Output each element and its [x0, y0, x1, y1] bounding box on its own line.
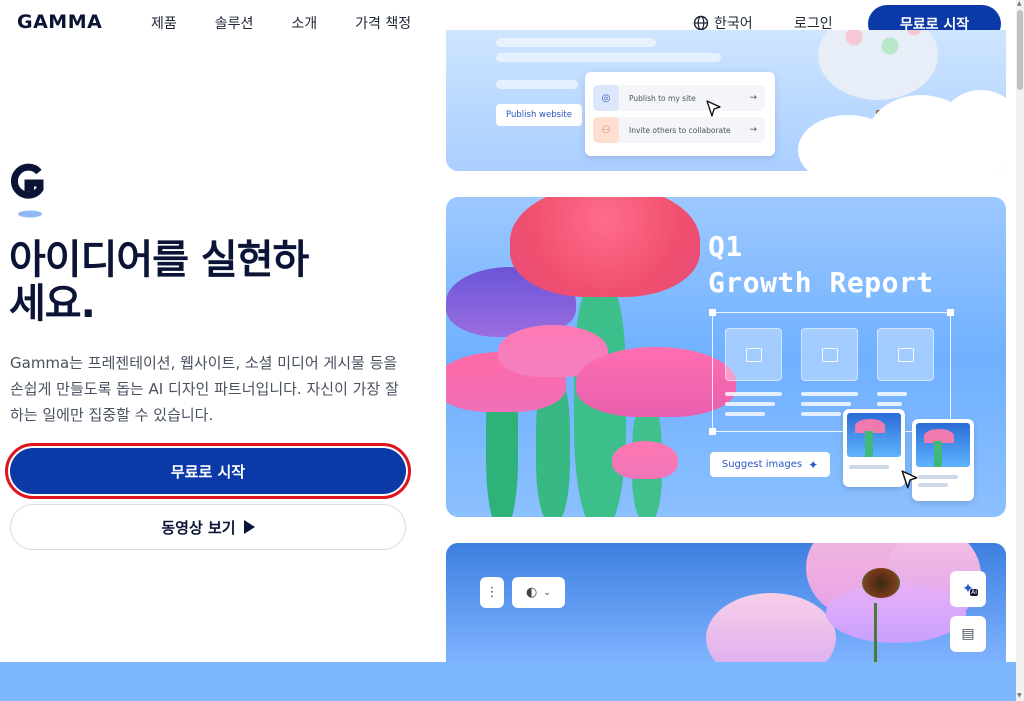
publish-website-button: Publish website: [496, 104, 582, 126]
arrow-right-icon: →: [749, 125, 757, 135]
image-placeholder-icon: [877, 328, 934, 381]
placeholder-line: [849, 465, 889, 469]
scrollbar-thumb[interactable]: [1017, 10, 1023, 90]
cursor-icon: [706, 100, 721, 117]
ai-badge: AI: [970, 589, 978, 596]
image-placeholder-icon: [725, 328, 782, 381]
placeholder-line: [725, 402, 775, 406]
placeholder-line: [725, 392, 782, 396]
resize-handle: [709, 428, 716, 435]
scroll-up-arrow-icon[interactable]: ▲: [1017, 0, 1022, 7]
publish-menu: ◎ Publish to my site → ⚇ Invite others t…: [585, 72, 775, 156]
invite-collaborate-label: Invite others to collaborate: [629, 125, 731, 135]
scroll-down-arrow-icon[interactable]: ▼: [1017, 692, 1022, 699]
mushroom-thumbnail-image: [916, 423, 970, 467]
page-scrollbar[interactable]: [1016, 0, 1024, 701]
hot-air-balloon-illustration: [818, 30, 938, 100]
hero-description: Gamma는 프레젠테이션, 웹사이트, 소셜 미디어 게시물 등을 손쉽게 만…: [10, 354, 399, 424]
watch-video-button[interactable]: 동영상 보기: [10, 504, 406, 550]
more-options-icon: ⋮: [480, 577, 504, 608]
theme-palette-dropdown: ◐ ⌄: [512, 577, 565, 608]
placeholder-line: [877, 392, 907, 396]
placeholder-line: [801, 392, 858, 396]
palette-icon: ◐: [526, 585, 538, 600]
placeholder-line: [496, 38, 656, 47]
main-nav: 제품 솔루션 소개 가격 책정: [151, 13, 449, 33]
hero-title: 아이디어를 실현하 세요.: [9, 238, 429, 326]
globe-icon: [693, 15, 709, 31]
placeholder-line: [918, 483, 948, 487]
image-placeholder-icon: [801, 328, 858, 381]
nav-item-pricing[interactable]: 가격 책정: [355, 13, 411, 33]
hero-title-line-1: 아이디어를 실현하: [9, 237, 309, 283]
suggest-images-label: Suggest images: [721, 459, 803, 470]
nav-item-solutions[interactable]: 솔루션: [215, 13, 254, 33]
placeholder-line: [496, 80, 578, 89]
placeholder-line: [725, 412, 765, 416]
stack-tool-icon: ▤: [950, 616, 986, 652]
cursor-icon: [901, 470, 918, 489]
publish-website-preview-card: Publish website ◎ Publish to my site → ⚇…: [446, 30, 1006, 171]
flower-center-illustration: [862, 568, 900, 598]
suggest-images-button: Suggest images ✦: [710, 452, 830, 477]
bottom-section-band: [0, 662, 1016, 701]
suggested-image-thumbnail: [843, 409, 905, 487]
resize-handle: [709, 309, 716, 316]
watch-video-label: 동영상 보기: [161, 518, 236, 537]
sparkle-icon: ✦: [808, 457, 819, 472]
gamma-logo[interactable]: GAMMA: [17, 11, 102, 33]
gamma-g-icon: [10, 163, 44, 218]
ai-sparkle-tool-icon: ✦ AI: [950, 571, 986, 607]
placeholder-line: [877, 402, 902, 406]
arrow-right-icon: →: [749, 93, 757, 103]
chevron-down-icon: ⌄: [543, 587, 551, 598]
placeholder-line: [801, 402, 851, 406]
flower-illustration: [706, 593, 836, 663]
publish-to-site-label: Publish to my site: [629, 93, 696, 103]
placeholder-line: [801, 412, 841, 416]
publish-to-site-item: ◎ Publish to my site →: [593, 85, 765, 111]
invite-collaborate-item: ⚇ Invite others to collaborate →: [593, 117, 765, 143]
report-title: Q1 Growth Report: [708, 229, 934, 301]
placeholder-line: [918, 475, 958, 479]
nav-item-about[interactable]: 소개: [291, 13, 317, 33]
placeholder-line: [496, 53, 721, 62]
suggested-image-thumbnail: [912, 419, 974, 501]
theme-editor-preview-card: ⋮ ◐ ⌄ ✦ AI ▤: [446, 543, 1006, 663]
growth-report-preview-card: Q1 Growth Report Suggest images ✦: [446, 197, 1006, 517]
report-title-line-2: Growth Report: [708, 266, 934, 299]
resize-handle: [947, 309, 954, 316]
globe-icon: ◎: [593, 85, 619, 111]
flower-stem-illustration: [874, 603, 877, 663]
report-title-line-1: Q1: [708, 230, 743, 263]
mushroom-illustration: [612, 441, 678, 479]
users-icon: ⚇: [593, 117, 619, 143]
mushroom-thumbnail-image: [847, 413, 901, 457]
mushroom-illustration: [510, 197, 700, 297]
hero-title-line-2: 세요.: [9, 281, 96, 327]
play-icon: [243, 520, 255, 534]
nav-item-product[interactable]: 제품: [151, 13, 177, 33]
start-free-button[interactable]: 무료로 시작: [5, 443, 411, 499]
